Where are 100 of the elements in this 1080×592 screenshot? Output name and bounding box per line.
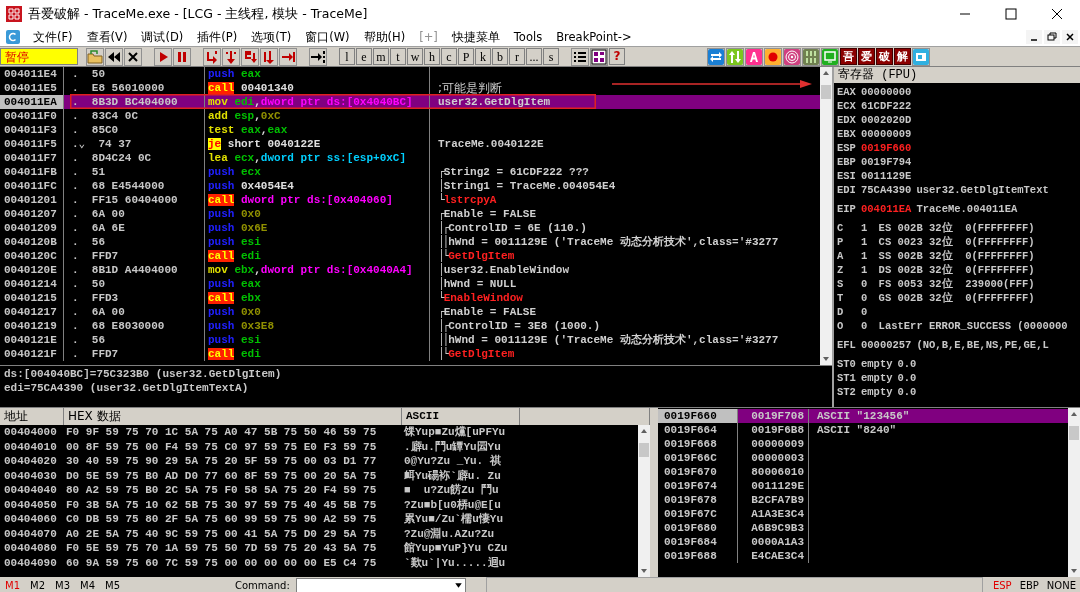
- toolbar-button[interactable]: m: [373, 48, 389, 65]
- menu-item[interactable]: Tools: [506, 30, 550, 44]
- hex-cell-text: A0 2E 5A 75 40 9C 59 75 00 41 5A 75 D0 29 5A 75: [65, 526, 378, 541]
- instruction-cell: add esp,0xC: [205, 109, 430, 123]
- menu-item[interactable]: 调试(D): [134, 29, 191, 45]
- register-value: 0: [861, 319, 868, 333]
- column-header[interactable]: 地址: [0, 408, 64, 425]
- grid-icon[interactable]: [590, 47, 608, 66]
- restore-icon[interactable]: [1044, 30, 1060, 44]
- swap-icon[interactable]: [707, 47, 725, 66]
- memory-tab[interactable]: M5: [100, 580, 125, 591]
- column-header[interactable]: HEX 数据: [64, 408, 402, 425]
- menu-item[interactable]: 插件(P): [190, 29, 245, 45]
- toolbar-button[interactable]: w: [407, 48, 423, 65]
- hex-cell-text: F0 5E 59 75 70 1A 59 75 50 7D 59 75 20 43 5A 75: [65, 541, 378, 556]
- address-cell-text: 00404050: [3, 497, 58, 512]
- menu-item[interactable]: BreakPoint->: [549, 30, 639, 44]
- register-value: 0: [861, 291, 868, 305]
- up-down-icon[interactable]: [726, 47, 744, 66]
- menu-item[interactable]: 查看(V): [79, 29, 135, 45]
- toolbar-button[interactable]: k: [475, 48, 491, 65]
- stack-mode-tab[interactable]: NONE: [1042, 580, 1080, 591]
- column-header[interactable]: ASCII: [402, 408, 520, 425]
- hex-cell: . FFD3: [64, 291, 205, 305]
- target-icon[interactable]: [783, 47, 801, 66]
- window-icon[interactable]: [912, 47, 930, 66]
- address-cell-text: 00404030: [3, 468, 58, 483]
- address-cell: 0019F684: [658, 535, 738, 549]
- address-cell: 00401215: [0, 291, 64, 305]
- toolbar-button[interactable]: r: [509, 48, 525, 65]
- toolbar-button[interactable]: t: [390, 48, 406, 65]
- stack-mode-tab[interactable]: EBP: [1015, 580, 1043, 591]
- toolbar-button[interactable]: b: [492, 48, 508, 65]
- toolbar-button[interactable]: l: [339, 48, 355, 65]
- stack-value: A1A3E3C4: [738, 507, 809, 521]
- info-line: edi=75CA4390 (user32.GetDlgItemTextA): [4, 381, 250, 395]
- menu-item[interactable]: 文件(F): [26, 29, 80, 45]
- scrollbar[interactable]: [1068, 408, 1080, 577]
- minimize-icon[interactable]: [1026, 30, 1042, 44]
- instruction-cell: call 00401340: [205, 81, 430, 95]
- menu-item[interactable]: 窗口(W): [298, 29, 357, 45]
- toolbar-button[interactable]: s: [543, 48, 559, 65]
- hex-cell-text: F0 9F 59 75 70 1C 5A 75 A0 47 5B 75 50 46 59 75: [65, 425, 378, 440]
- register-name: EAX: [837, 85, 856, 99]
- menu-item[interactable]: 帮助(H): [356, 29, 413, 45]
- memory-tab[interactable]: M3: [50, 580, 75, 591]
- close-icon[interactable]: [1062, 30, 1078, 44]
- bracket-line: ││: [438, 333, 448, 346]
- rewind-icon[interactable]: [105, 47, 123, 66]
- memory-tab[interactable]: M4: [75, 580, 100, 591]
- screen-icon[interactable]: [821, 47, 839, 66]
- comment-text: hWnd = 0011129E ('TraceMe 动态分析技术',class='#3277: [448, 235, 779, 249]
- bracket-line: ┌: [438, 165, 443, 179]
- menu-item[interactable]: 快捷菜单: [444, 29, 507, 45]
- instruction-cell: push 0x0: [205, 207, 430, 221]
- toolbar-button[interactable]: P: [458, 48, 474, 65]
- register-name: ESI: [837, 169, 856, 183]
- binary-icon[interactable]: [802, 47, 820, 66]
- hex-cell: . 8D4C24 0C: [64, 151, 205, 165]
- toolbar-button[interactable]: c: [441, 48, 457, 65]
- hex-cell: . 68 E8030000: [64, 319, 205, 333]
- toolbar-button[interactable]: h: [424, 48, 440, 65]
- address-cell: 0019F660: [658, 409, 738, 423]
- memory-tab[interactable]: M2: [25, 580, 50, 591]
- stack-value: 0000A1A3: [738, 535, 809, 549]
- list-icon[interactable]: [571, 47, 589, 66]
- register-name: ST1: [837, 371, 856, 385]
- instruction-cell: mov ebx,dword ptr ds:[0x4040A4]: [205, 263, 430, 277]
- toolbar-button[interactable]: ?: [609, 47, 625, 65]
- hex-cell-text: 80 A2 59 75 B0 2C 5A 75 F0 58 5A 75 20 F4 59 75: [65, 483, 378, 498]
- register-name: ECX: [837, 99, 856, 113]
- comment-text: Enable = FALSE: [443, 305, 537, 318]
- toolbar-button[interactable]: e: [356, 48, 372, 65]
- stack-value: E4CAE3C4: [738, 549, 809, 563]
- address-cell: 0019F688: [658, 549, 738, 563]
- scrollbar[interactable]: [820, 67, 832, 365]
- comment-text: ControlID = 3E8 (1000.): [448, 320, 601, 333]
- record-icon[interactable]: [764, 47, 782, 66]
- scrollbar[interactable]: [638, 425, 650, 577]
- register-value: 004011EA: [861, 202, 912, 216]
- toolbar-button[interactable]: 破: [876, 47, 893, 65]
- address-cell: 0019F680: [658, 521, 738, 535]
- scroll-thumb[interactable]: [821, 85, 831, 99]
- instruction-cell: push eax: [205, 67, 430, 81]
- toolbar-button[interactable]: 解: [894, 47, 911, 65]
- address-cell-text: 00404060: [3, 512, 58, 527]
- menu-item[interactable]: 选项(T): [244, 29, 299, 45]
- instruction-cell: push 0x6E: [205, 221, 430, 235]
- child-window-icon[interactable]: [6, 30, 20, 44]
- play-icon[interactable]: [154, 47, 172, 66]
- ascii-cell-text: ?Zu@淵u.AZu?Zu: [403, 526, 496, 541]
- pause-icon[interactable]: [173, 47, 191, 66]
- toolbar-button[interactable]: ...: [526, 48, 542, 65]
- letter-a-icon[interactable]: [745, 47, 763, 66]
- toolbar-button[interactable]: 爱: [858, 47, 875, 65]
- register-note: 0.0: [897, 385, 917, 399]
- command-field[interactable]: [295, 578, 466, 592]
- scroll-thumb[interactable]: [639, 443, 649, 457]
- scroll-thumb[interactable]: [1069, 426, 1079, 440]
- close-icon[interactable]: [124, 47, 142, 66]
